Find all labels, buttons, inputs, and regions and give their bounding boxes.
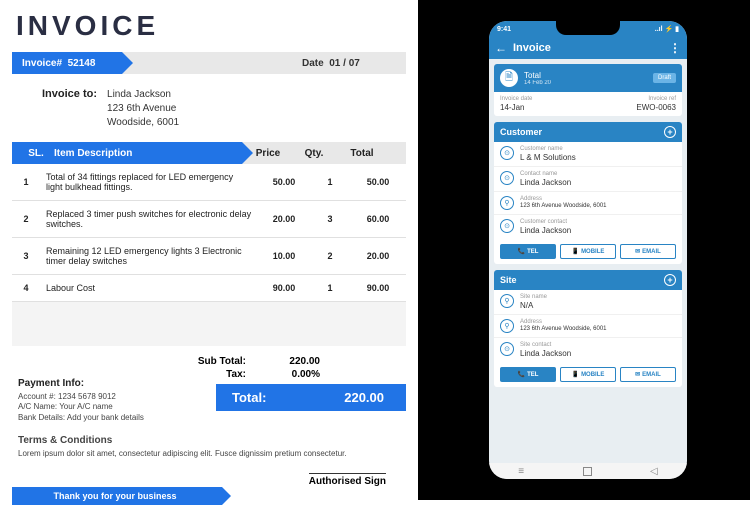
invoice-date-chip: Date 01 / 07: [286, 52, 406, 74]
summary-label: Total: [524, 71, 551, 80]
customer-buttons: 📞 TEL 📱 MOBILE ✉ EMAIL: [494, 239, 682, 264]
document-icon: 🗎: [500, 69, 518, 87]
inv-ref: EWO-0063: [588, 103, 676, 112]
site-addr: 123 6th Avenue Woodside, 6001: [520, 326, 607, 332]
invoice-number: 52148: [68, 58, 96, 69]
site-contact-label: Site contact: [520, 342, 571, 348]
bill-to: Invoice to: Linda Jackson 123 6th Avenue…: [42, 88, 406, 130]
summary-card: 🗎 Total 14 Feb 20 Draft Invoice date 14-…: [494, 64, 682, 116]
back-icon[interactable]: ←: [495, 41, 507, 55]
invoice-document: INVOICE Invoice# 52148 Date 01 / 07 Invo…: [12, 6, 406, 490]
date-label: Date: [302, 58, 324, 69]
tel-button[interactable]: 📞 TEL: [500, 244, 556, 259]
inv-date-label: Invoice date: [500, 96, 588, 102]
table-body: 1Total of 34 fittings replaced for LED e…: [12, 164, 406, 302]
addr-label: Address: [520, 196, 607, 202]
app-bar: ← Invoice ⋮: [489, 37, 687, 59]
subtotal-value: 220.00: [262, 356, 342, 367]
email-button[interactable]: ✉ EMAIL: [620, 244, 676, 259]
pin-icon: ⚲: [500, 294, 514, 308]
site-name: N/A: [520, 301, 547, 310]
site-card: Site + ⚲ Site nameN/A ⚲ Address123 6th Ave…: [494, 270, 682, 387]
terms: Terms & Conditions Lorem ipsum dolor sit…: [18, 435, 406, 459]
col-sl: SL.: [22, 148, 50, 159]
add-customer-icon[interactable]: +: [664, 126, 676, 138]
inv-ref-label: Invoice ref: [588, 96, 676, 102]
subtotal-label: Sub Total:: [12, 356, 262, 367]
inv-date: 14-Jan: [500, 103, 588, 112]
date-value: 01 / 07: [329, 58, 360, 69]
status-icons: ..ıl ⚡ ▮: [655, 25, 679, 33]
phone-notch: [556, 21, 620, 35]
site-addr-label: Address: [520, 319, 607, 325]
col-desc: Item Description: [50, 148, 242, 159]
menu-icon[interactable]: ⋮: [669, 41, 681, 55]
table-row: 2Replaced 3 timer push switches for elec…: [12, 201, 406, 238]
summary-date: 14 Feb 20: [524, 80, 551, 86]
mobile-button[interactable]: 📱 MOBILE: [560, 367, 616, 382]
thanks-text: Thank you for your business: [12, 487, 222, 505]
table-header: SL. Item Description Price Qty. Total: [12, 142, 406, 164]
tax-value: 0.00%: [262, 369, 342, 380]
phone-panel: 9:41 ..ıl ⚡ ▮ ← Invoice ⋮ 🗎 Total 14 Feb…: [418, 0, 750, 500]
android-navbar: ≡ ◁: [489, 463, 687, 479]
customer-header[interactable]: Customer +: [494, 122, 682, 142]
person-icon: ⊙: [500, 342, 514, 356]
person-icon: ⊙: [500, 171, 514, 185]
bill-to-line2: Woodside, 6001: [107, 116, 179, 130]
customer-title: Customer: [500, 127, 542, 137]
col-qty: Qty.: [294, 148, 334, 159]
status-time: 9:41: [497, 26, 511, 33]
table-blank: [12, 302, 406, 346]
cc-label: Customer contact: [520, 219, 571, 225]
phone-screen: 9:41 ..ıl ⚡ ▮ ← Invoice ⋮ 🗎 Total 14 Feb…: [489, 21, 687, 479]
total-value: 220.00: [344, 390, 384, 405]
subtotal-row: Sub Total: 220.00: [12, 356, 406, 367]
mobile-button[interactable]: 📱 MOBILE: [560, 244, 616, 259]
terms-title: Terms & Conditions: [18, 435, 406, 447]
payment-bank: Bank Details: Add your bank details: [18, 413, 406, 423]
table-row: 1Total of 34 fittings replaced for LED e…: [12, 164, 406, 201]
cust-name: L & M Solutions: [520, 153, 576, 162]
bill-to-line1: 123 6th Avenue: [107, 102, 179, 116]
email-button[interactable]: ✉ EMAIL: [620, 367, 676, 382]
bill-to-name: Linda Jackson: [107, 88, 179, 102]
site-title: Site: [500, 275, 517, 285]
app-title: Invoice: [513, 42, 551, 54]
cust-addr: 123 6th Avenue Woodside, 6001: [520, 203, 607, 209]
col-total: Total: [334, 148, 390, 159]
status-badge: Draft: [653, 73, 676, 83]
home-icon[interactable]: [583, 467, 592, 476]
pin-icon: ⚲: [500, 196, 514, 210]
pin-icon: ⚲: [500, 319, 514, 333]
contact-name: Linda Jackson: [520, 178, 571, 187]
terms-text: Lorem ipsum dolor sit amet, consectetur …: [18, 449, 406, 459]
header-bar: Invoice# 52148 Date 01 / 07: [12, 52, 406, 74]
site-name-label: Site name: [520, 294, 547, 300]
tel-button[interactable]: 📞 TEL: [500, 367, 556, 382]
cc-name: Linda Jackson: [520, 226, 571, 235]
invoice-label: Invoice#: [22, 58, 62, 69]
invoice-number-chip: Invoice# 52148: [12, 52, 122, 74]
total-label: Total:: [232, 390, 266, 405]
contact-label: Contact name: [520, 171, 571, 177]
person-icon: ⊙: [500, 219, 514, 233]
site-buttons: 📞 TEL 📱 MOBILE ✉ EMAIL: [494, 362, 682, 387]
table-row: 4Labour Cost90.00190.00: [12, 275, 406, 302]
footer-bar: Thank you for your business: [12, 487, 406, 505]
cust-name-label: Customer name: [520, 146, 576, 152]
invoice-title: INVOICE: [16, 10, 406, 42]
recent-icon[interactable]: ≡: [518, 466, 524, 477]
app-content[interactable]: 🗎 Total 14 Feb 20 Draft Invoice date 14-…: [489, 59, 687, 463]
bill-to-label: Invoice to:: [42, 88, 97, 130]
table-row: 3Remaining 12 LED emergency lights 3 Ele…: [12, 238, 406, 275]
back-nav-icon[interactable]: ◁: [650, 466, 658, 477]
signature-line: Authorised Sign: [309, 473, 386, 487]
site-contact: Linda Jackson: [520, 349, 571, 358]
add-site-icon[interactable]: +: [664, 274, 676, 286]
person-icon: ⊙: [500, 146, 514, 160]
customer-card: Customer + ⊙ Customer nameL & M Solutions…: [494, 122, 682, 264]
site-header[interactable]: Site +: [494, 270, 682, 290]
phone-frame: 9:41 ..ıl ⚡ ▮ ← Invoice ⋮ 🗎 Total 14 Feb…: [482, 14, 694, 486]
